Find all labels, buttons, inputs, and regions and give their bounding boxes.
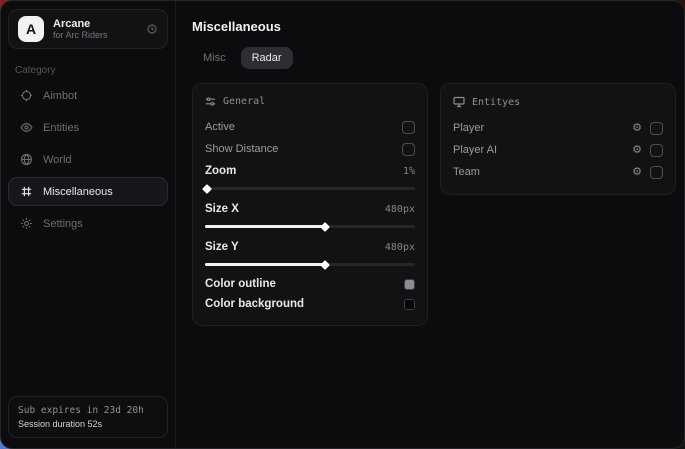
zoom-slider[interactable] bbox=[205, 187, 415, 190]
sidebar-item-label: World bbox=[43, 154, 72, 166]
sidebar-item-label: Aimbot bbox=[43, 90, 77, 102]
sidebar-item-aimbot[interactable]: Aimbot bbox=[8, 81, 168, 110]
zoom-row: Zoom 1% bbox=[205, 160, 415, 182]
color-outline-row: Color outline bbox=[205, 274, 415, 294]
subscription-card: Sub expires in 23d 20h Session duration … bbox=[8, 396, 168, 438]
color-background-swatch[interactable] bbox=[404, 299, 415, 310]
size-y-slider-thumb[interactable] bbox=[320, 260, 330, 270]
logo-text: Arcane for Arc Riders bbox=[53, 18, 137, 41]
color-background-label: Color background bbox=[205, 298, 304, 310]
sidebar-item-miscellaneous[interactable]: Miscellaneous bbox=[8, 177, 168, 206]
refresh-icon[interactable] bbox=[146, 23, 158, 35]
app-window: A Arcane for Arc Riders Category bbox=[0, 0, 685, 449]
tab-radar[interactable]: Radar bbox=[241, 47, 293, 69]
sidebar-item-label: Miscellaneous bbox=[43, 186, 113, 198]
show-distance-checkbox[interactable] bbox=[402, 143, 415, 156]
team-checkbox[interactable] bbox=[650, 166, 663, 179]
screen: A Arcane for Arc Riders Category bbox=[0, 0, 685, 449]
size-x-row: Size X 480px bbox=[205, 198, 415, 220]
sub-expires-text: Sub expires in 23d 20h bbox=[18, 405, 158, 416]
tab-misc[interactable]: Misc bbox=[192, 47, 237, 69]
team-row: Team ⚙ bbox=[453, 161, 663, 183]
general-panel: General Active Show Distance Zoom 1% bbox=[192, 83, 428, 326]
size-x-label: Size X bbox=[205, 203, 239, 215]
player-ai-label: Player AI bbox=[453, 144, 497, 156]
crosshair-icon bbox=[19, 89, 33, 102]
show-distance-label: Show Distance bbox=[205, 143, 278, 155]
player-label: Player bbox=[453, 122, 484, 134]
sidebar-nav: Aimbot Entities Wo bbox=[8, 81, 168, 238]
zoom-value: 1% bbox=[403, 166, 415, 177]
size-x-value: 480px bbox=[385, 204, 415, 215]
grid-icon bbox=[19, 185, 33, 198]
monitor-icon bbox=[453, 96, 465, 108]
general-panel-title: General bbox=[223, 96, 265, 107]
player-ai-row: Player AI ⚙ bbox=[453, 139, 663, 161]
zoom-label: Zoom bbox=[205, 165, 236, 177]
sidebar: A Arcane for Arc Riders Category bbox=[1, 1, 176, 448]
active-label: Active bbox=[205, 121, 235, 133]
sliders-icon bbox=[205, 96, 216, 107]
size-x-slider[interactable] bbox=[205, 225, 415, 228]
player-ai-checkbox[interactable] bbox=[650, 144, 663, 157]
zoom-slider-thumb[interactable] bbox=[202, 184, 212, 194]
player-checkbox[interactable] bbox=[650, 122, 663, 135]
panels: General Active Show Distance Zoom 1% bbox=[192, 83, 676, 326]
team-gear-icon[interactable]: ⚙ bbox=[632, 167, 642, 178]
main-content: Miscellaneous Misc Radar General bbox=[176, 1, 685, 448]
sidebar-item-entities[interactable]: Entities bbox=[8, 113, 168, 142]
eye-icon bbox=[19, 121, 33, 134]
color-outline-swatch[interactable] bbox=[404, 279, 415, 290]
app-logo: A bbox=[18, 16, 44, 42]
size-y-row: Size Y 480px bbox=[205, 236, 415, 258]
entities-panel-title: Entityes bbox=[472, 97, 520, 108]
player-row: Player ⚙ bbox=[453, 117, 663, 139]
tab-bar: Misc Radar bbox=[192, 47, 676, 69]
gear-icon bbox=[19, 217, 33, 230]
player-gear-icon[interactable]: ⚙ bbox=[632, 123, 642, 134]
sidebar-spacer bbox=[8, 238, 168, 396]
size-x-slider-thumb[interactable] bbox=[320, 222, 330, 232]
size-y-label: Size Y bbox=[205, 241, 239, 253]
sidebar-item-label: Settings bbox=[43, 218, 83, 230]
color-outline-label: Color outline bbox=[205, 278, 276, 290]
entities-panel-header: Entityes bbox=[453, 96, 663, 108]
session-duration-text: Session duration 52s bbox=[18, 419, 158, 429]
show-distance-row: Show Distance bbox=[205, 138, 415, 160]
logo-card: A Arcane for Arc Riders bbox=[8, 9, 168, 49]
player-ai-gear-icon[interactable]: ⚙ bbox=[632, 145, 642, 156]
color-background-row: Color background bbox=[205, 294, 415, 314]
sidebar-item-label: Entities bbox=[43, 122, 79, 134]
sidebar-item-world[interactable]: World bbox=[8, 145, 168, 174]
active-checkbox[interactable] bbox=[402, 121, 415, 134]
team-label: Team bbox=[453, 166, 480, 178]
app-subtitle: for Arc Riders bbox=[53, 30, 137, 40]
size-y-value: 480px bbox=[385, 242, 415, 253]
page-title: Miscellaneous bbox=[192, 19, 676, 34]
app-title: Arcane bbox=[53, 18, 137, 31]
general-panel-header: General bbox=[205, 96, 415, 107]
size-y-slider[interactable] bbox=[205, 263, 415, 266]
active-row: Active bbox=[205, 116, 415, 138]
sidebar-item-settings[interactable]: Settings bbox=[8, 209, 168, 238]
category-label: Category bbox=[15, 65, 161, 76]
entities-panel: Entityes Player ⚙ Player AI ⚙ bbox=[440, 83, 676, 195]
globe-icon bbox=[19, 153, 33, 166]
